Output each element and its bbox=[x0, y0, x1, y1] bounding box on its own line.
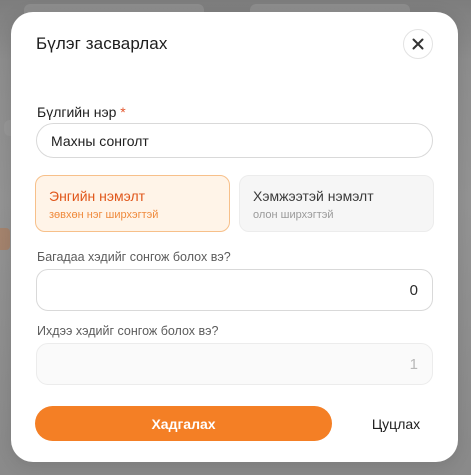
group-name-label-text: Бүлгийн нэр bbox=[37, 104, 117, 120]
close-button[interactable] bbox=[403, 29, 433, 59]
option-subtitle: зөвхөн нэг ширхэгтэй bbox=[49, 209, 159, 221]
option-subtitle: олон ширхэгтэй bbox=[253, 209, 334, 221]
required-mark: * bbox=[120, 104, 126, 120]
modal-title: Бүлэг засварлах bbox=[36, 34, 168, 53]
group-name-label: Бүлгийн нэр * bbox=[37, 104, 126, 120]
max-select-input[interactable] bbox=[36, 343, 433, 385]
group-name-input[interactable] bbox=[36, 123, 433, 158]
close-icon bbox=[412, 38, 424, 50]
cancel-button[interactable]: Цуцлах bbox=[351, 406, 441, 441]
min-select-label: Багадаа хэдийг сонгож болох вэ? bbox=[37, 250, 231, 264]
max-select-label: Ихдээ хэдийг сонгож болох вэ? bbox=[37, 324, 219, 338]
edit-group-modal: Бүлэг засварлах Бүлгийн нэр * Энгийн нэм… bbox=[11, 12, 458, 462]
option-title: Хэмжээтэй нэмэлт bbox=[253, 188, 374, 204]
option-simple-addon[interactable]: Энгийн нэмэлт зөвхөн нэг ширхэгтэй bbox=[35, 175, 230, 232]
option-title: Энгийн нэмэлт bbox=[49, 188, 146, 204]
min-select-input[interactable] bbox=[36, 269, 433, 311]
save-button[interactable]: Хадгалах bbox=[35, 406, 332, 441]
backdrop-accent bbox=[0, 228, 10, 250]
option-sized-addon[interactable]: Хэмжээтэй нэмэлт олон ширхэгтэй bbox=[239, 175, 434, 232]
